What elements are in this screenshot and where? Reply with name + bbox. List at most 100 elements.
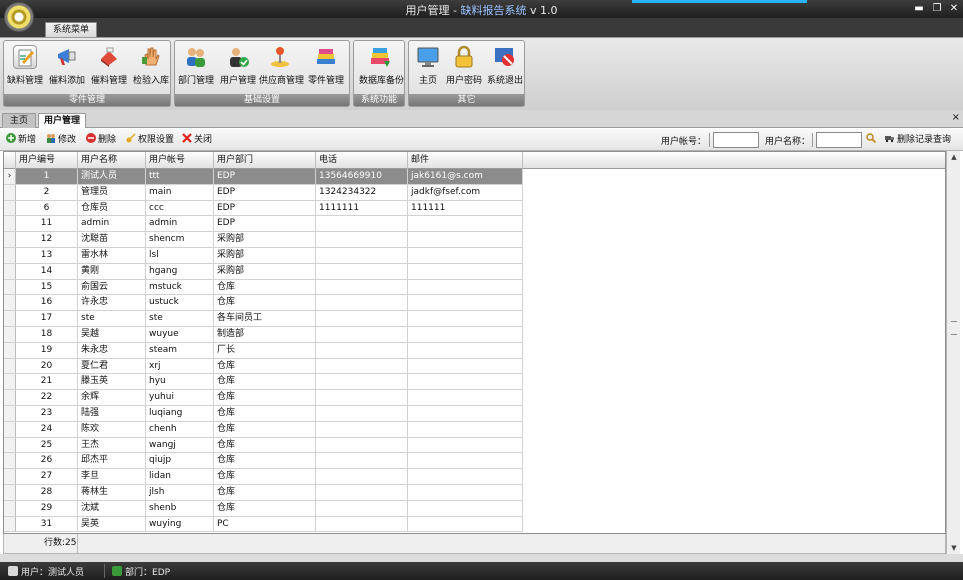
cell-phone[interactable] — [316, 342, 408, 359]
cell-user-account[interactable]: wuying — [146, 516, 214, 533]
supplier-manage-button[interactable]: 供应商管理 — [259, 43, 304, 95]
search-button[interactable] — [866, 133, 878, 147]
cell-user-name[interactable]: 吴英 — [78, 516, 146, 533]
cell-user-account[interactable]: ustuck — [146, 295, 214, 312]
cell-user-dept[interactable]: EDP — [214, 184, 316, 201]
row-indicator[interactable] — [4, 405, 16, 422]
header-user-id[interactable]: 用户编号 — [16, 152, 78, 169]
table-row[interactable]: 27 李旦 lidan 仓库 — [4, 469, 945, 485]
cell-user-id[interactable]: 14 — [16, 263, 78, 280]
cell-phone[interactable]: 13564669910 — [316, 169, 408, 185]
cell-user-dept[interactable]: EDP — [214, 169, 316, 185]
cell-user-account[interactable]: lidan — [146, 469, 214, 485]
cell-user-name[interactable]: 许永忠 — [78, 295, 146, 312]
cell-user-dept[interactable]: 仓库 — [214, 469, 316, 485]
cell-user-name[interactable]: 滕玉英 — [78, 374, 146, 391]
cell-user-account[interactable]: ttt — [146, 169, 214, 185]
cell-phone[interactable]: 1111111 — [316, 200, 408, 217]
urge-add-button[interactable]: 催料添加 — [46, 43, 88, 95]
minimize-button[interactable]: ▬ — [912, 2, 926, 15]
row-indicator[interactable] — [4, 232, 16, 248]
row-indicator[interactable] — [4, 516, 16, 533]
cell-user-dept[interactable]: 采购部 — [214, 232, 316, 248]
cell-email[interactable] — [408, 279, 523, 296]
cell-user-account[interactable]: ccc — [146, 200, 214, 217]
cell-email[interactable]: jadkf@fsef.com — [408, 184, 523, 201]
cell-user-account[interactable]: wangj — [146, 437, 214, 454]
cell-phone[interactable] — [316, 247, 408, 264]
scroll-up-icon[interactable]: ▲ — [947, 151, 961, 163]
row-indicator[interactable] — [4, 358, 16, 375]
db-backup-button[interactable]: 数据库备份 — [359, 43, 404, 95]
cell-email[interactable] — [408, 358, 523, 375]
row-indicator[interactable] — [4, 247, 16, 264]
cell-user-id[interactable]: 17 — [16, 311, 78, 327]
cell-user-dept[interactable]: PC — [214, 516, 316, 533]
cell-user-id[interactable]: 24 — [16, 421, 78, 438]
cell-phone[interactable] — [316, 516, 408, 533]
cell-email[interactable] — [408, 232, 523, 248]
inspect-inbound-button[interactable]: 检验入库 — [130, 43, 172, 95]
table-row[interactable]: 11 admin admin EDP — [4, 216, 945, 233]
cell-user-dept[interactable]: 制造部 — [214, 326, 316, 343]
cell-email[interactable] — [408, 263, 523, 280]
cell-user-id[interactable]: 26 — [16, 453, 78, 470]
cell-phone[interactable] — [316, 421, 408, 438]
row-indicator[interactable] — [4, 437, 16, 454]
cell-phone[interactable] — [316, 263, 408, 280]
cell-user-account[interactable]: shencm — [146, 232, 214, 248]
cell-user-account[interactable]: mstuck — [146, 279, 214, 296]
table-row[interactable]: 24 陈欢 chenh 仓库 — [4, 421, 945, 438]
row-indicator[interactable] — [4, 469, 16, 485]
cell-user-name[interactable]: 沈聪苗 — [78, 232, 146, 248]
scroll-down-icon[interactable]: ▼ — [947, 542, 961, 554]
cell-user-id[interactable]: 13 — [16, 247, 78, 264]
restore-button[interactable]: ❐ — [930, 2, 944, 15]
header-email[interactable]: 邮件 — [408, 152, 523, 169]
cell-user-name[interactable]: 测试人员 — [78, 169, 146, 185]
cell-email[interactable] — [408, 216, 523, 233]
cell-user-dept[interactable]: 仓库 — [214, 484, 316, 501]
cell-user-name[interactable]: 管理员 — [78, 184, 146, 201]
user-password-button[interactable]: 用户密码 — [443, 43, 485, 95]
add-button[interactable]: 新增 — [6, 133, 36, 147]
cell-phone[interactable] — [316, 232, 408, 248]
cell-user-name[interactable]: 俞国云 — [78, 279, 146, 296]
cell-email[interactable]: 111111 — [408, 200, 523, 217]
table-row[interactable]: 17 ste ste 各车间员工 — [4, 311, 945, 327]
cell-user-account[interactable]: xrj — [146, 358, 214, 375]
edit-button[interactable]: 修改 — [46, 133, 76, 147]
cell-user-account[interactable]: chenh — [146, 421, 214, 438]
cell-phone[interactable] — [316, 326, 408, 343]
scroll-grip[interactable] — [951, 321, 957, 335]
system-exit-button[interactable]: 系统退出 — [484, 43, 526, 95]
row-indicator[interactable] — [4, 184, 16, 201]
cell-phone[interactable] — [316, 405, 408, 422]
cell-user-id[interactable]: 6 — [16, 200, 78, 217]
cell-user-dept[interactable]: 仓库 — [214, 295, 316, 312]
table-row[interactable]: 21 滕玉英 hyu 仓库 — [4, 374, 945, 391]
cell-email[interactable] — [408, 374, 523, 391]
cell-user-dept[interactable]: 仓库 — [214, 358, 316, 375]
cell-user-id[interactable]: 18 — [16, 326, 78, 343]
cell-email[interactable] — [408, 295, 523, 312]
row-indicator[interactable]: › — [4, 169, 16, 185]
delete-button[interactable]: 删除 — [86, 133, 116, 147]
cell-email[interactable] — [408, 311, 523, 327]
cell-user-account[interactable]: yuhui — [146, 390, 214, 406]
cell-phone[interactable] — [316, 311, 408, 327]
cell-phone[interactable] — [316, 484, 408, 501]
cell-user-id[interactable]: 12 — [16, 232, 78, 248]
cell-user-account[interactable]: hgang — [146, 263, 214, 280]
cell-email[interactable] — [408, 437, 523, 454]
header-user-account[interactable]: 用户帐号 — [146, 152, 214, 169]
cell-user-dept[interactable]: 仓库 — [214, 453, 316, 470]
table-row[interactable]: 2 管理员 main EDP 1324234322 jadkf@fsef.com — [4, 184, 945, 201]
table-row[interactable]: 6 仓库员 ccc EDP 1111111 111111 — [4, 200, 945, 217]
row-indicator[interactable] — [4, 200, 16, 217]
cell-phone[interactable] — [316, 453, 408, 470]
cell-email[interactable] — [408, 453, 523, 470]
cell-user-id[interactable]: 27 — [16, 469, 78, 485]
table-row[interactable]: 28 蒋林生 jlsh 仓库 — [4, 484, 945, 501]
table-row[interactable]: 22 余辉 yuhui 仓库 — [4, 390, 945, 406]
